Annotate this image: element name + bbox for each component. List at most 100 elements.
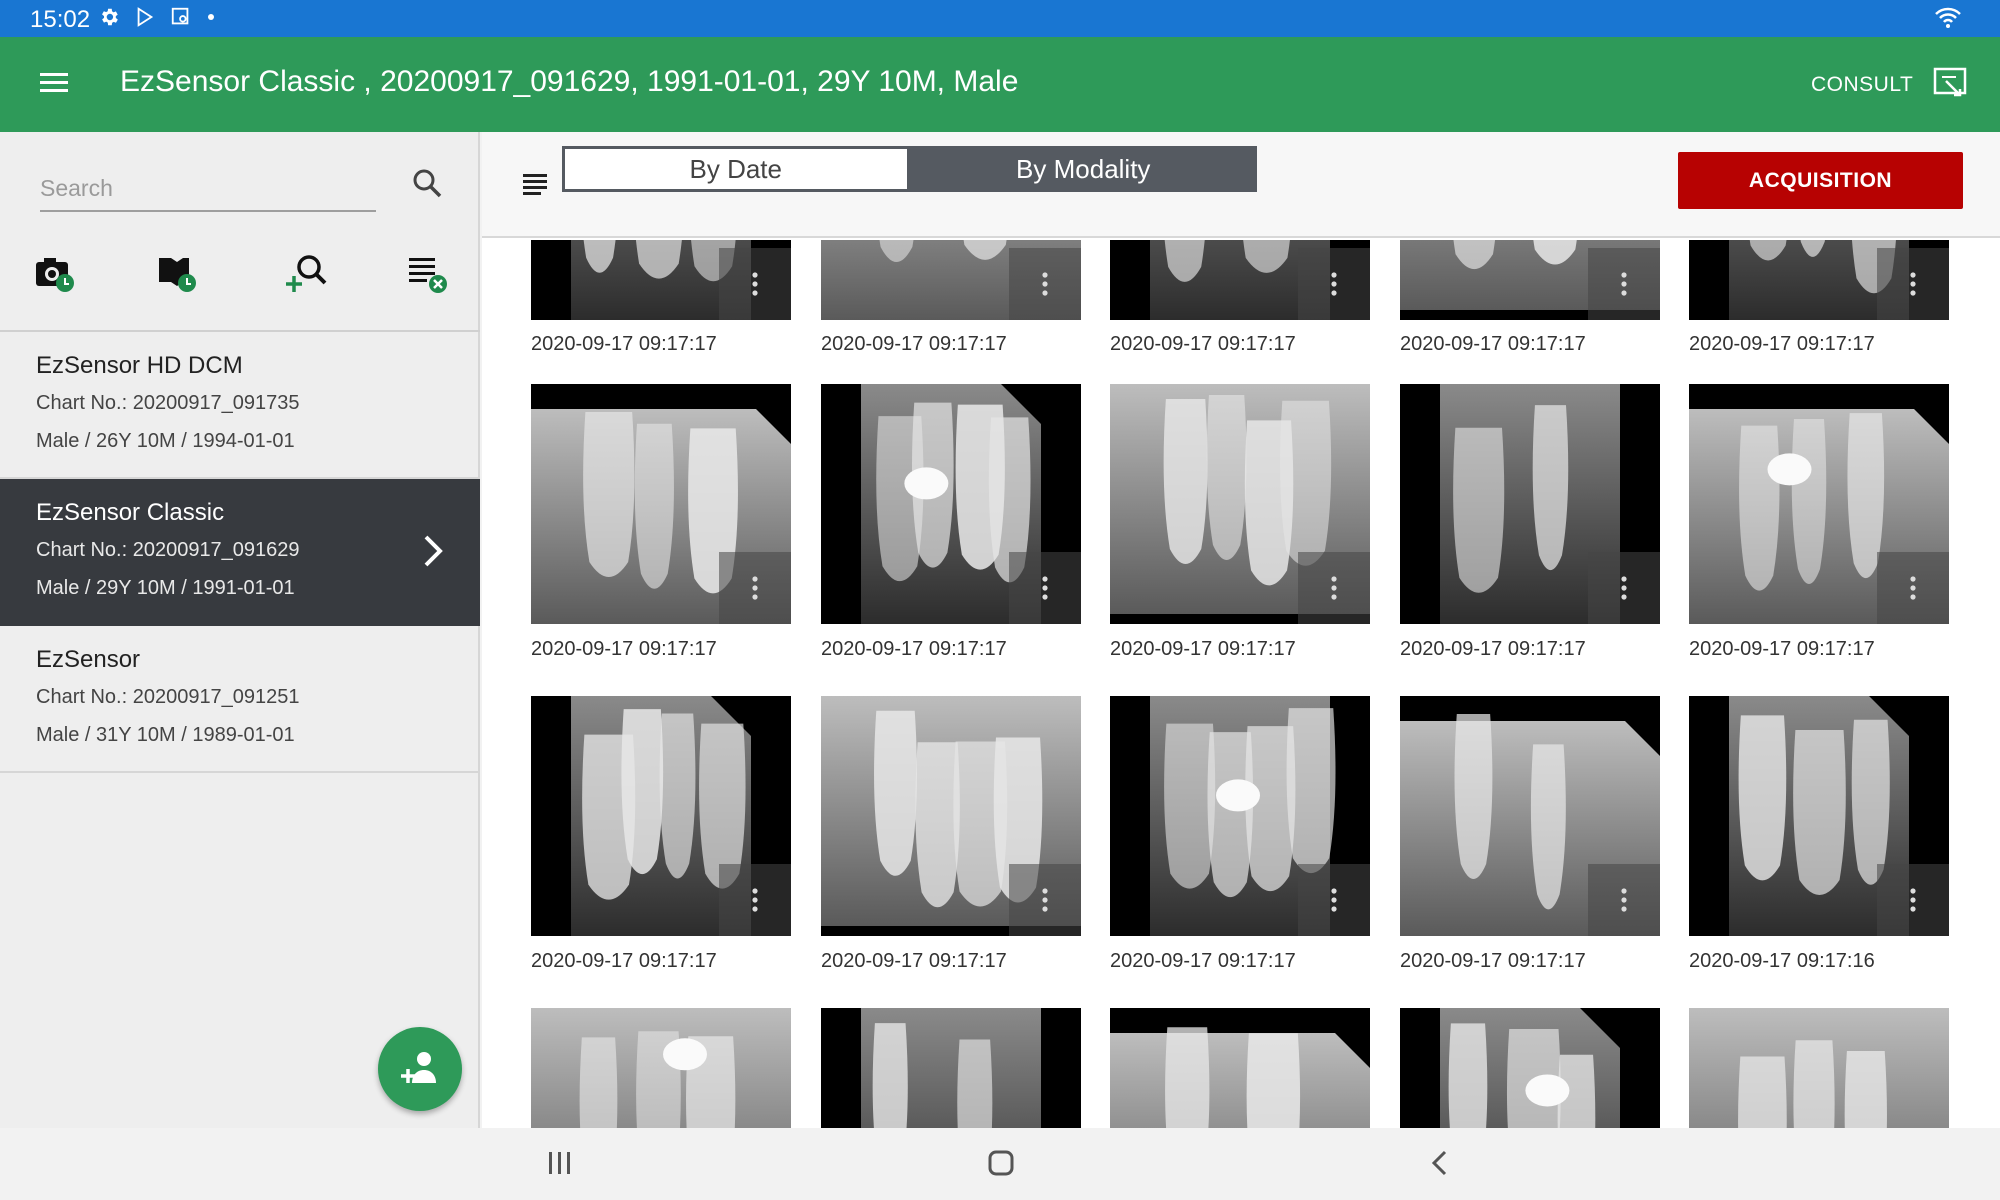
image-options-button[interactable] [1877,864,1949,936]
sort-segmented-control: By Date By Modality [562,146,1257,192]
xray-thumbnail[interactable] [1400,696,1660,936]
xray-thumbnail[interactable] [821,240,1081,320]
xray-thumbnail[interactable] [1110,1008,1370,1128]
image-options-button[interactable] [1009,248,1081,320]
status-time: 15:02 [30,6,91,33]
xray-image [1689,1008,1949,1128]
app-bar: EzSensor Classic , 20200917_091629, 1991… [0,37,2000,132]
more-vert-icon [1621,888,1627,912]
acquisition-button[interactable]: ACQUISITION [1678,152,1963,209]
image-options-button[interactable] [719,864,791,936]
image-options-button[interactable] [1877,552,1949,624]
more-vert-icon [752,272,758,296]
image-timestamp: 2020-09-17 09:17:17 [531,333,717,355]
more-vert-icon [1910,576,1916,600]
menu-icon[interactable] [38,69,70,97]
camera-clock-icon[interactable] [32,250,82,300]
image-timestamp: 2020-09-17 09:17:17 [1110,333,1296,355]
xray-thumbnail[interactable] [1689,384,1949,624]
image-timestamp: 2020-09-17 09:17:17 [1400,333,1586,355]
more-vert-icon [1621,576,1627,600]
add-patient-button[interactable] [378,1027,462,1111]
back-icon[interactable] [1428,1148,1452,1178]
image-panel: By Date By Modality ACQUISITION 2020-09-… [482,132,2000,1128]
image-options-button[interactable] [1298,864,1370,936]
screenshot-icon [171,7,189,25]
tab-by-date[interactable]: By Date [562,146,910,192]
patient-name: EzSensor Classic [36,499,225,526]
dot-icon [208,14,214,20]
tab-by-modality[interactable]: By Modality [909,146,1257,192]
more-vert-icon [752,576,758,600]
xray-thumbnail[interactable] [1110,384,1370,624]
patient-item-selected[interactable]: EzSensor Classic Chart No.: 20200917_091… [0,479,480,626]
image-options-button[interactable] [1588,864,1660,936]
wifi-icon [1935,7,1961,28]
consult-button[interactable]: CONSULT [1811,73,1913,97]
patient-info: Male / 31Y 10M / 1989-01-01 [36,724,295,746]
more-vert-icon [1331,272,1337,296]
more-vert-icon [1331,888,1337,912]
image-timestamp: 2020-09-17 09:17:17 [1689,333,1875,355]
image-options-button[interactable] [719,552,791,624]
patient-item[interactable]: EzSensor Chart No.: 20200917_091251 Male… [0,626,480,773]
image-options-button[interactable] [719,248,791,320]
xray-thumbnail[interactable] [1400,1008,1660,1128]
image-options-button[interactable] [1009,864,1081,936]
system-nav-bar [0,1128,2000,1200]
search-icon[interactable] [410,166,446,202]
image-options-button[interactable] [1588,552,1660,624]
patient-title: EzSensor Classic , 20200917_091629, 1991… [120,65,1019,98]
more-vert-icon [752,888,758,912]
image-timestamp: 2020-09-17 09:17:17 [821,638,1007,660]
home-icon[interactable] [986,1148,1016,1178]
xray-image [1110,1027,1370,1128]
image-toolbar: By Date By Modality ACQUISITION [482,132,2000,238]
xray-thumbnail[interactable] [531,240,791,320]
list-clear-icon[interactable] [405,250,455,300]
xray-thumbnail[interactable] [531,696,791,936]
image-options-button[interactable] [1009,552,1081,624]
more-vert-icon [1042,272,1048,296]
search-input[interactable] [40,168,376,208]
list-view-icon[interactable] [522,172,548,196]
xray-thumbnail[interactable] [1689,1008,1949,1128]
image-options-button[interactable] [1298,552,1370,624]
image-timestamp: 2020-09-17 09:17:17 [821,333,1007,355]
xray-thumbnail[interactable] [531,1008,791,1128]
image-grid: 2020-09-17 09:17:17 2020-09-17 09:17:17 20… [482,240,2000,1128]
consult-icon[interactable] [1932,65,1972,105]
patient-name: EzSensor [36,646,141,673]
gear-icon [102,8,118,26]
xray-thumbnail[interactable] [821,384,1081,624]
image-timestamp: 2020-09-17 09:17:17 [1110,638,1296,660]
patient-name: EzSensor HD DCM [36,352,243,379]
image-timestamp: 2020-09-17 09:17:17 [1400,638,1586,660]
patient-item[interactable]: EzSensor HD DCM Chart No.: 20200917_0917… [0,332,480,479]
image-options-button[interactable] [1298,248,1370,320]
patient-chart-no: Chart No.: 20200917_091251 [36,686,300,708]
image-options-button[interactable] [1588,248,1660,320]
recent-apps-icon[interactable] [546,1148,574,1178]
xray-thumbnail[interactable] [1110,240,1370,320]
more-vert-icon [1910,888,1916,912]
book-clock-icon[interactable] [154,250,204,300]
xray-thumbnail[interactable] [1400,384,1660,624]
xray-image [861,1008,1041,1128]
xray-thumbnail[interactable] [821,696,1081,936]
image-timestamp: 2020-09-17 09:17:17 [531,638,717,660]
xray-thumbnail[interactable] [821,1008,1081,1128]
play-store-icon [137,7,154,27]
more-vert-icon [1910,272,1916,296]
xray-thumbnail[interactable] [1689,696,1949,936]
add-search-icon[interactable] [282,250,332,300]
xray-thumbnail[interactable] [531,384,791,624]
image-options-button[interactable] [1877,248,1949,320]
xray-thumbnail[interactable] [1400,240,1660,320]
patient-info: Male / 26Y 10M / 1994-01-01 [36,430,295,452]
chevron-right-icon [424,535,443,567]
xray-thumbnail[interactable] [1110,696,1370,936]
xray-thumbnail[interactable] [1689,240,1949,320]
xray-image [531,1008,791,1128]
patient-chart-no: Chart No.: 20200917_091629 [36,539,300,561]
